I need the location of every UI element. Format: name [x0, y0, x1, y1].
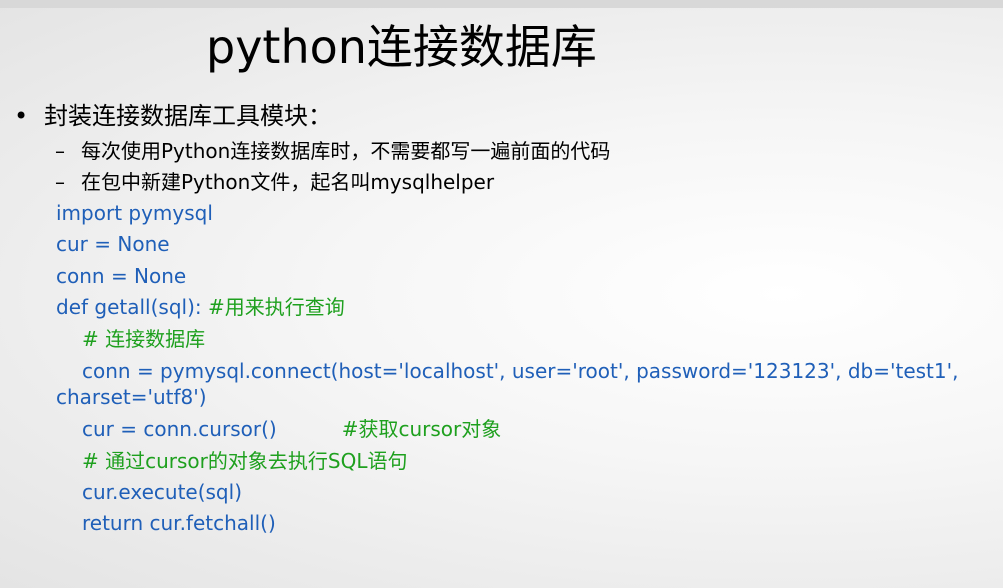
code-def-text: def getall(sql): — [56, 295, 208, 319]
code-line-connect: conn = pymysql.connect(host='localhost',… — [82, 359, 959, 383]
code-comment-connect: # 连接数据库 — [82, 327, 206, 351]
dash-icon: – — [55, 170, 65, 194]
bullet-dot-icon: • — [14, 102, 29, 130]
sub-item-2: – 在包中新建Python文件，起名叫mysqlhelper — [55, 168, 494, 196]
slide-title: python连接数据库 — [206, 20, 597, 74]
top-bar — [0, 0, 1003, 8]
code-def-comment: #用来执行查询 — [207, 295, 345, 319]
code-line-conn: conn = None — [56, 264, 187, 288]
code-line-import: import pymysql — [56, 201, 213, 225]
code-cursor-text: cur = conn.cursor() — [82, 417, 277, 441]
code-line-execute: cur.execute(sql) — [82, 480, 242, 504]
sub-item-2-text: 在包中新建Python文件，起名叫mysqlhelper — [81, 170, 495, 194]
code-line-def: def getall(sql): #用来执行查询 — [56, 293, 345, 321]
code-comment-execute: # 通过cursor的对象去执行SQL语句 — [82, 449, 408, 473]
code-cursor-comment: #获取cursor对象 — [341, 417, 502, 441]
main-bullet-text: 封装连接数据库工具模块： — [44, 102, 332, 130]
code-line-cursor: cur = conn.cursor() #获取cursor对象 — [82, 415, 501, 443]
dash-icon: – — [55, 139, 65, 163]
sub-item-1: – 每次使用Python连接数据库时，不需要都写一遍前面的代码 — [55, 137, 610, 165]
code-line-return: return cur.fetchall() — [82, 511, 276, 535]
code-line-cur: cur = None — [56, 232, 170, 256]
sub-item-1-text: 每次使用Python连接数据库时，不需要都写一遍前面的代码 — [81, 139, 611, 163]
main-bullet: • 封装连接数据库工具模块： — [14, 99, 332, 133]
code-line-charset: charset='utf8') — [56, 385, 207, 409]
